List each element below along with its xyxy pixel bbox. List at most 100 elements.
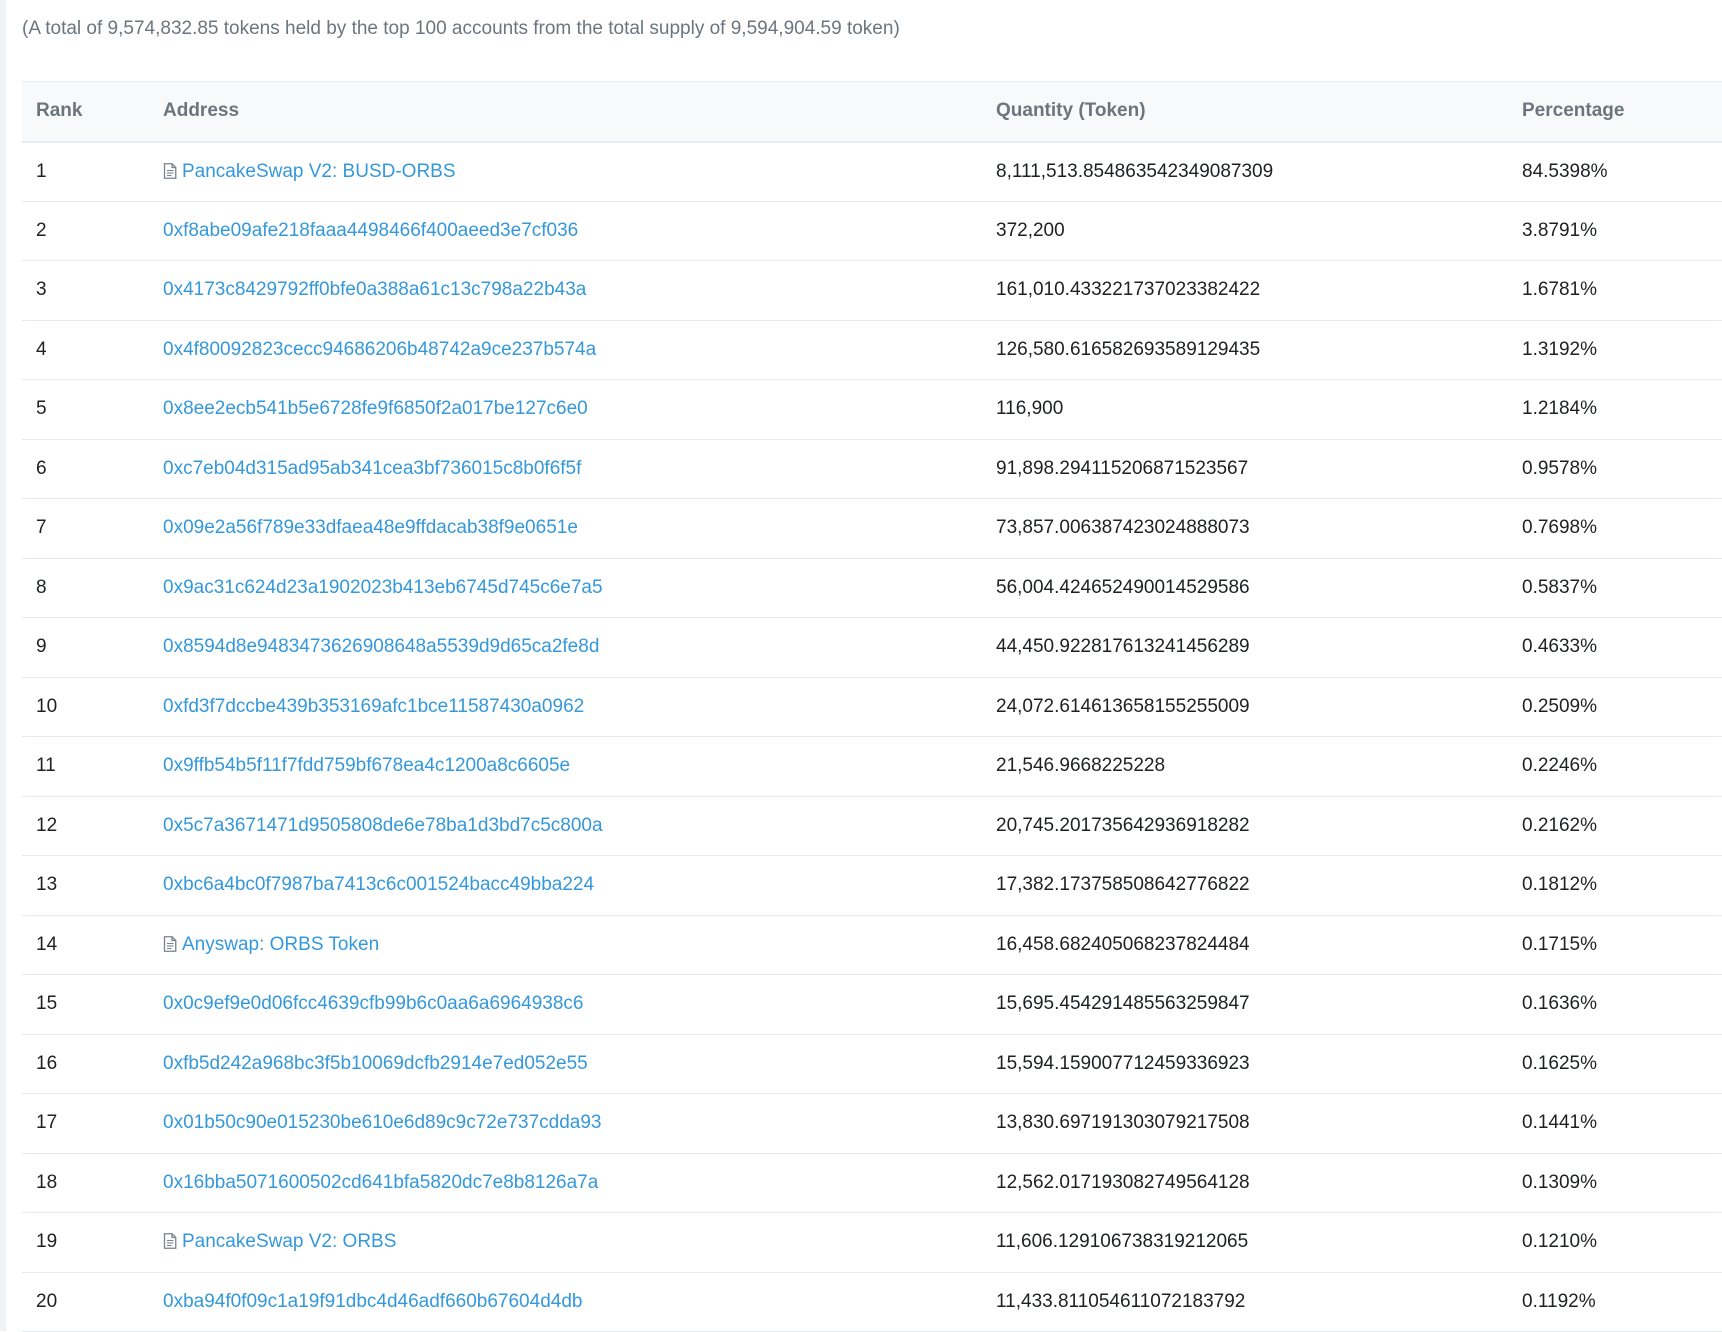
- rank-cell: 14: [36, 933, 58, 955]
- percentage-cell: 0.1309%: [1522, 1171, 1598, 1193]
- table-row: 8 0x9ac31c624d23a1902023b413eb6745d745c6…: [22, 558, 1722, 618]
- quantity-cell: 11,433.811054611072183792: [996, 1290, 1246, 1312]
- address-cell: PancakeSwap V2: ORBS: [163, 1213, 996, 1273]
- quantity-cell: 21,546.9668225228: [996, 755, 1166, 777]
- address-cell: 0x9ac31c624d23a1902023b413eb6745d745c6e7…: [163, 558, 996, 618]
- quantity-cell: 116,900: [996, 398, 1064, 420]
- table-row: 9 0x8594d8e9483473626908648a5539d9d65ca2…: [22, 618, 1722, 677]
- holder-address-link[interactable]: PancakeSwap V2: ORBS: [182, 1231, 396, 1252]
- table-row: 4 0x4f80092823cecc94686206b48742a9ce237b…: [22, 320, 1722, 380]
- address-cell: Anyswap: ORBS Token: [163, 915, 996, 975]
- holder-address-link[interactable]: 0x8594d8e9483473626908648a5539d9d65ca2fe…: [163, 636, 599, 657]
- table-row: 19 PancakeSwap V2: ORBS 11,606.129106738…: [22, 1213, 1722, 1273]
- quantity-cell: 73,857.006387423024888073: [996, 517, 1250, 539]
- holder-address-link[interactable]: Anyswap: ORBS Token: [182, 934, 379, 955]
- table-row: 5 0x8ee2ecb541b5e6728fe9f6850f2a017be127…: [22, 380, 1722, 439]
- holder-address-link[interactable]: 0xfd3f7dccbe439b353169afc1bce11587430a09…: [163, 696, 584, 717]
- quantity-cell: 17,382.173758508642776822: [996, 874, 1250, 896]
- quantity-cell: 8,111,513.854863542349087309: [996, 160, 1274, 182]
- percentage-cell: 1.6781%: [1522, 279, 1598, 301]
- quantity-cell: 56,004.424652490014529586: [996, 576, 1250, 598]
- percentage-cell: 0.5837%: [1522, 576, 1598, 598]
- percentage-cell: 0.4633%: [1522, 636, 1598, 658]
- address-cell: 0x0c9ef9e0d06fcc4639cfb99b6c0aa6a6964938…: [163, 975, 996, 1035]
- rank-cell: 16: [36, 1052, 58, 1074]
- quantity-cell: 11,606.129106738319212065: [996, 1231, 1249, 1253]
- rank-cell: 3: [36, 279, 47, 301]
- address-cell: 0x16bba5071600502cd641bfa5820dc7e8b8126a…: [163, 1153, 996, 1213]
- quantity-cell: 15,695.454291485563259847: [996, 993, 1250, 1015]
- holder-address-link[interactable]: 0xfb5d242a968bc3f5b10069dcfb2914e7ed052e…: [163, 1053, 588, 1074]
- holder-address-link[interactable]: 0x8ee2ecb541b5e6728fe9f6850f2a017be127c6…: [163, 398, 588, 419]
- quantity-column-header: Quantity (Token): [996, 100, 1146, 122]
- table-row: 3 0x4173c8429792ff0bfe0a388a61c13c798a22…: [22, 261, 1722, 321]
- holder-address-link[interactable]: 0x5c7a3671471d9505808de6e78ba1d3bd7c5c80…: [163, 815, 603, 836]
- holder-address-link[interactable]: 0xbc6a4bc0f7987ba7413c6c001524bacc49bba2…: [163, 874, 594, 895]
- holder-address-link[interactable]: 0x01b50c90e015230be610e6d89c9c72e737cdda…: [163, 1112, 601, 1133]
- table-row: 16 0xfb5d242a968bc3f5b10069dcfb2914e7ed0…: [22, 1034, 1722, 1094]
- quantity-cell: 126,580.616582693589129435: [996, 338, 1261, 360]
- table-row: 15 0x0c9ef9e0d06fcc4639cfb99b6c0aa6a6964…: [22, 975, 1722, 1035]
- rank-cell: 7: [36, 517, 47, 539]
- holder-address-link[interactable]: 0xba94f0f09c1a19f91dbc4d46adf660b67604d4…: [163, 1291, 582, 1312]
- address-cell: 0x5c7a3671471d9505808de6e78ba1d3bd7c5c80…: [163, 796, 996, 856]
- holder-address-link[interactable]: 0x4173c8429792ff0bfe0a388a61c13c798a22b4…: [163, 279, 586, 300]
- rank-cell: 11: [36, 755, 56, 777]
- table-row: 11 0x9ffb54b5f11f7fdd759bf678ea4c1200a8c…: [22, 737, 1722, 797]
- table-row: 7 0x09e2a56f789e33dfaea48e9ffdacab38f9e0…: [22, 499, 1722, 558]
- quantity-cell: 161,010.433221737023382422: [996, 279, 1261, 301]
- page-left-edge: [0, 0, 6, 1331]
- table-row: 6 0xc7eb04d315ad95ab341cea3bf736015c8b0f…: [22, 439, 1722, 499]
- address-cell: 0x9ffb54b5f11f7fdd759bf678ea4c1200a8c660…: [163, 737, 996, 797]
- holders-summary: (A total of 9,574,832.85 tokens held by …: [22, 18, 900, 39]
- holder-address-link[interactable]: 0xf8abe09afe218faaa4498466f400aeed3e7cf0…: [163, 220, 578, 241]
- percentage-cell: 0.1812%: [1522, 874, 1598, 896]
- address-cell: 0x4173c8429792ff0bfe0a388a61c13c798a22b4…: [163, 261, 996, 321]
- holder-address-link[interactable]: 0x0c9ef9e0d06fcc4639cfb99b6c0aa6a6964938…: [163, 993, 583, 1014]
- percentage-cell: 0.1715%: [1522, 933, 1598, 955]
- table-row: 1 PancakeSwap V2: BUSD-ORBS 8,111,513.85…: [22, 142, 1722, 202]
- address-column-header: Address: [163, 100, 240, 122]
- rank-cell: 9: [36, 636, 47, 658]
- holder-address-link[interactable]: 0x4f80092823cecc94686206b48742a9ce237b57…: [163, 339, 596, 360]
- holder-address-link[interactable]: 0x9ac31c624d23a1902023b413eb6745d745c6e7…: [163, 577, 603, 598]
- quantity-cell: 91,898.294115206871523567: [996, 457, 1249, 479]
- rank-cell: 2: [36, 219, 47, 241]
- percentage-cell: 0.1441%: [1522, 1112, 1598, 1134]
- percentage-cell: 0.9578%: [1522, 457, 1598, 479]
- holder-address-link[interactable]: 0x16bba5071600502cd641bfa5820dc7e8b8126a…: [163, 1172, 598, 1193]
- holder-address-link[interactable]: PancakeSwap V2: BUSD-ORBS: [182, 161, 456, 182]
- percentage-cell: 0.7698%: [1522, 517, 1598, 539]
- percentage-column-header: Percentage: [1522, 100, 1625, 122]
- holder-address-link[interactable]: 0x9ffb54b5f11f7fdd759bf678ea4c1200a8c660…: [163, 755, 570, 776]
- holder-address-link[interactable]: 0x09e2a56f789e33dfaea48e9ffdacab38f9e065…: [163, 517, 578, 538]
- rank-cell: 1: [36, 160, 47, 182]
- rank-cell: 20: [36, 1290, 58, 1312]
- percentage-cell: 0.1210%: [1522, 1231, 1598, 1253]
- holder-address-link[interactable]: 0xc7eb04d315ad95ab341cea3bf736015c8b0f6f…: [163, 458, 581, 479]
- percentage-cell: 0.1636%: [1522, 993, 1598, 1015]
- percentage-cell: 0.1192%: [1522, 1290, 1596, 1312]
- address-cell: 0xfd3f7dccbe439b353169afc1bce11587430a09…: [163, 677, 996, 737]
- rank-cell: 10: [36, 695, 58, 717]
- quantity-cell: 24,072.614613658155255009: [996, 695, 1250, 717]
- rank-cell: 15: [36, 993, 58, 1015]
- address-cell: 0xba94f0f09c1a19f91dbc4d46adf660b67604d4…: [163, 1272, 996, 1332]
- percentage-cell: 84.5398%: [1522, 160, 1608, 182]
- rank-cell: 5: [36, 398, 47, 420]
- quantity-cell: 12,562.017193082749564128: [996, 1171, 1250, 1193]
- rank-cell: 12: [36, 814, 58, 836]
- address-cell: 0x4f80092823cecc94686206b48742a9ce237b57…: [163, 320, 996, 380]
- percentage-cell: 0.2246%: [1522, 755, 1598, 777]
- rank-cell: 8: [36, 576, 47, 598]
- address-cell: PancakeSwap V2: BUSD-ORBS: [163, 142, 996, 202]
- rank-cell: 17: [36, 1112, 58, 1134]
- file-contract-icon: [163, 935, 177, 952]
- quantity-cell: 16,458.682405068237824484: [996, 933, 1250, 955]
- table-row: 18 0x16bba5071600502cd641bfa5820dc7e8b81…: [22, 1153, 1722, 1213]
- file-contract-icon: [163, 1233, 177, 1250]
- rank-cell: 18: [36, 1171, 58, 1193]
- table-row: 2 0xf8abe09afe218faaa4498466f400aeed3e7c…: [22, 201, 1722, 261]
- rank-column-header: Rank: [36, 100, 83, 122]
- address-cell: 0xc7eb04d315ad95ab341cea3bf736015c8b0f6f…: [163, 439, 996, 499]
